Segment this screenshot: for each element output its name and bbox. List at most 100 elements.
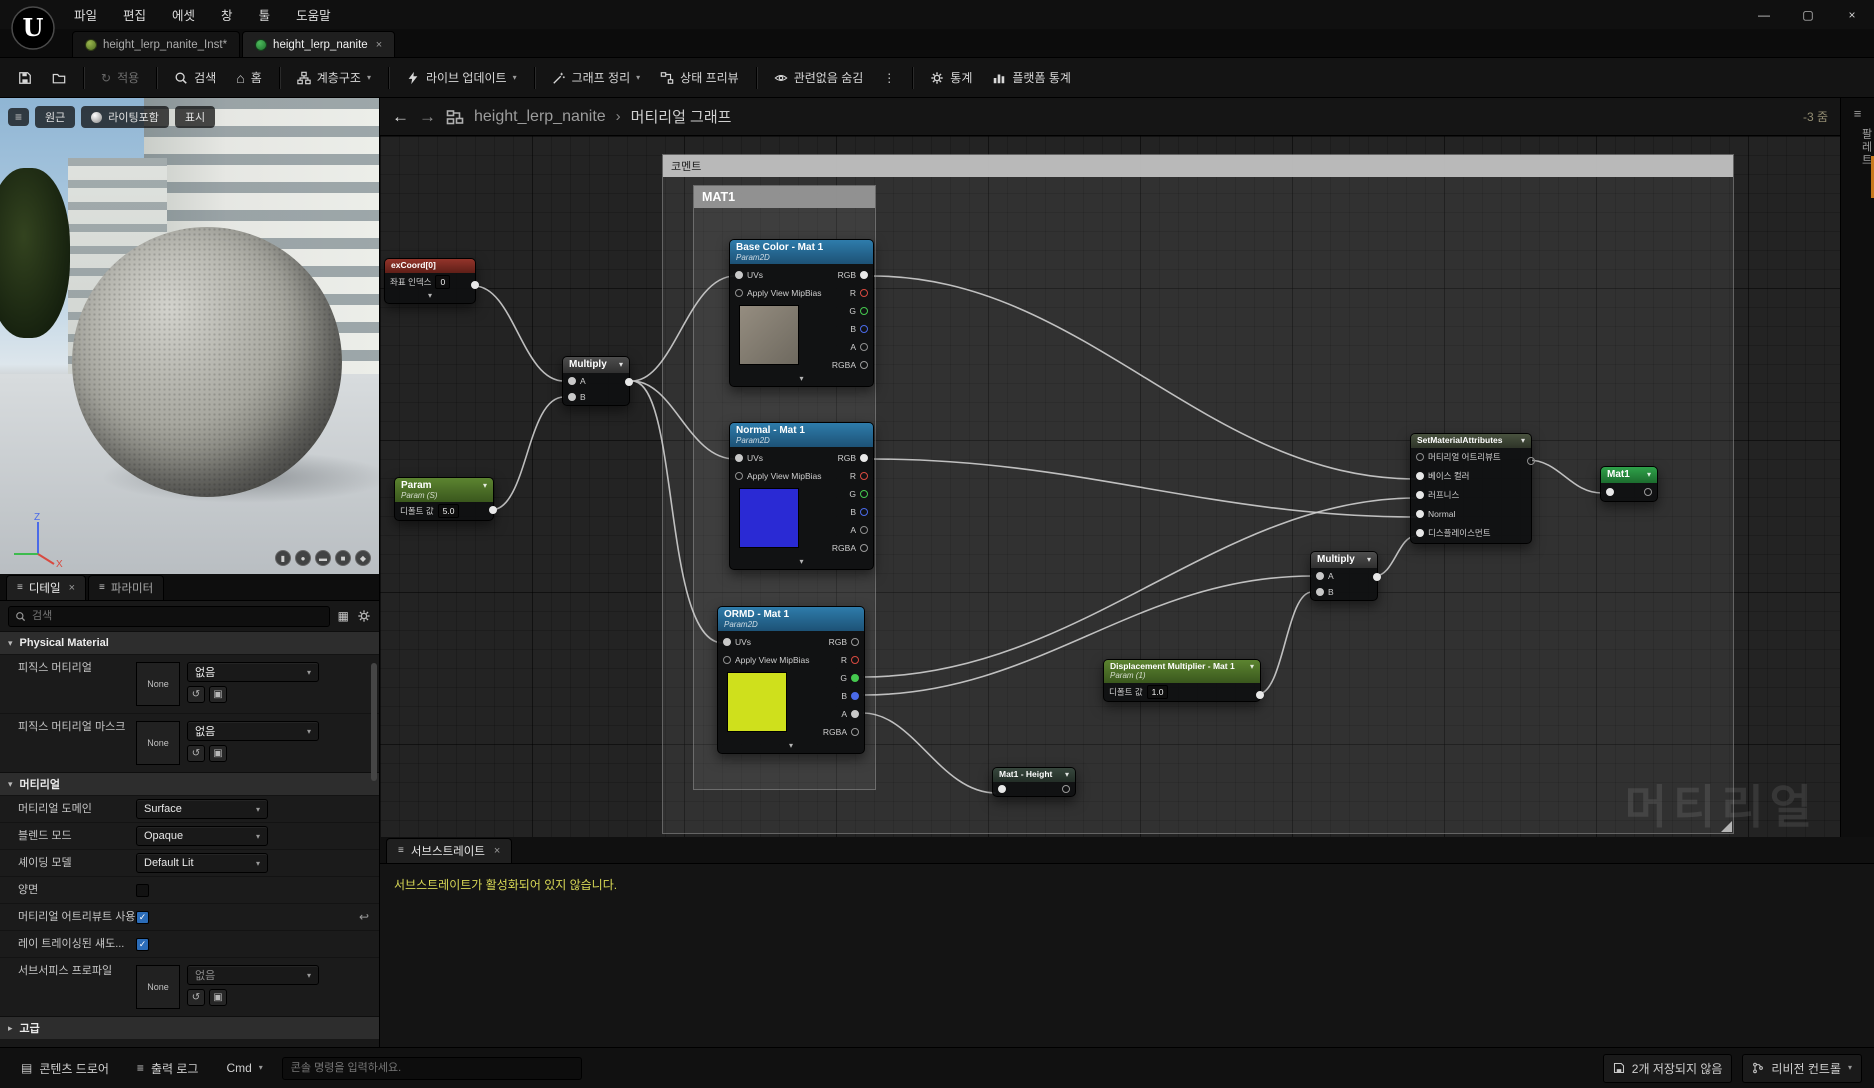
- output-log-button[interactable]: ≡ 출력 로그: [128, 1055, 208, 1082]
- pin-preview[interactable]: [1644, 487, 1652, 496]
- pin-rgba[interactable]: [860, 361, 868, 370]
- menu-item-window[interactable]: 창: [221, 5, 233, 24]
- tab-height-lerp-nanite-inst[interactable]: height_lerp_nanite_Inst*: [72, 31, 241, 57]
- stats-button[interactable]: 통계: [922, 64, 980, 91]
- default-value-box[interactable]: 5.0: [437, 504, 460, 519]
- pin-normal[interactable]: [1416, 510, 1424, 519]
- pin-a[interactable]: [860, 343, 868, 352]
- node-displacement-multiplier[interactable]: Displacement Multiplier - Mat 1 ▾ Param (…: [1103, 659, 1264, 702]
- platform-stats-button[interactable]: 플랫폼 통계: [984, 64, 1079, 91]
- menu-item-file[interactable]: 파일: [74, 5, 97, 24]
- pin-r[interactable]: [851, 656, 859, 665]
- pin-param-out[interactable]: [489, 506, 497, 514]
- pin-attributes-out[interactable]: [1527, 457, 1535, 465]
- details-scrollbar[interactable]: [371, 663, 377, 781]
- pin-displacement[interactable]: [1416, 529, 1424, 538]
- section-physical-material[interactable]: ▾ Physical Material: [0, 631, 379, 654]
- pin-a[interactable]: [860, 526, 868, 535]
- pin-b[interactable]: [1316, 587, 1324, 596]
- node-multiply-2[interactable]: Multiply ▾ A B: [1310, 551, 1381, 601]
- panel-menu-icon[interactable]: ≡: [1841, 106, 1874, 121]
- breadcrumb-graph[interactable]: 머티리얼 그래프: [631, 106, 732, 127]
- use-selected-button[interactable]: ↺: [187, 686, 205, 703]
- asset-thumbnail[interactable]: None: [136, 721, 180, 765]
- revision-control-button[interactable]: 리비전 컨트롤 ▾: [1742, 1053, 1862, 1083]
- viewport-menu-button[interactable]: ≡: [8, 108, 30, 126]
- tab-close-icon[interactable]: ×: [494, 845, 500, 857]
- default-value-box[interactable]: 1.0: [1146, 684, 1169, 699]
- pin-result-in[interactable]: [1606, 487, 1614, 496]
- shape-mesh-button[interactable]: ◆: [355, 550, 371, 566]
- node-mat1-height[interactable]: Mat1 - Height ▾: [992, 767, 1076, 797]
- pin-mipbias[interactable]: [723, 656, 731, 665]
- shape-cube-button[interactable]: ■: [335, 550, 351, 566]
- tab-parameters[interactable]: ≡ 파라미터: [88, 575, 165, 600]
- pin-rgba[interactable]: [860, 544, 868, 553]
- forward-icon[interactable]: →: [419, 107, 436, 127]
- pin-mipbias[interactable]: [735, 472, 743, 481]
- tab-close-icon[interactable]: ×: [376, 39, 382, 51]
- pin-uvs[interactable]: [723, 638, 731, 647]
- palette-tab[interactable]: 팔레트: [1841, 128, 1874, 167]
- pin-g[interactable]: [851, 674, 859, 683]
- use-selected-button[interactable]: ↺: [187, 989, 205, 1006]
- asset-dropdown[interactable]: 없음 ▾: [187, 662, 319, 682]
- search-button[interactable]: 검색: [166, 64, 224, 91]
- save-button[interactable]: [10, 66, 40, 90]
- pin-b[interactable]: [860, 508, 868, 517]
- index-value-box[interactable]: 0: [435, 274, 451, 289]
- show-button[interactable]: 표시: [174, 106, 216, 128]
- blend-mode-dropdown[interactable]: Opaque ▾: [136, 826, 268, 846]
- back-icon[interactable]: ←: [392, 107, 409, 127]
- clean-graph-button[interactable]: 그래프 정리 ▾: [544, 64, 649, 91]
- cmd-dropdown[interactable]: Cmd ▾: [217, 1056, 271, 1080]
- browse-asset-button[interactable]: ▣: [209, 989, 227, 1006]
- unreal-logo-icon[interactable]: U: [10, 5, 56, 51]
- pin-roughness[interactable]: [1416, 491, 1424, 500]
- pin-rgb[interactable]: [851, 638, 859, 647]
- pin-material-attributes[interactable]: [1416, 453, 1424, 462]
- use-material-attributes-checkbox[interactable]: ✓: [136, 910, 149, 924]
- section-advanced[interactable]: ▸ 고급: [0, 1016, 379, 1039]
- tab-close-icon[interactable]: ×: [69, 582, 75, 594]
- hierarchy-button[interactable]: 계층구조 ▾: [289, 64, 379, 91]
- pin-uvs[interactable]: [735, 454, 743, 463]
- section-material[interactable]: ▾ 머티리얼: [0, 772, 379, 795]
- node-texcoord[interactable]: exCoord[0] 좌표 인덱스 0 ▾: [384, 258, 479, 304]
- pin-mipbias[interactable]: [735, 289, 743, 298]
- pin-b[interactable]: [851, 692, 859, 701]
- more-options-button[interactable]: ⋮: [875, 67, 903, 89]
- asset-dropdown[interactable]: 없음 ▾: [187, 721, 319, 741]
- settings-gear-icon[interactable]: [357, 609, 371, 623]
- shading-model-dropdown[interactable]: Default Lit ▾: [136, 853, 268, 873]
- graph-canvas[interactable]: 코멘트 MAT1 exCoord[0] 좌표 인덱스 0 ▾ Multiply …: [380, 136, 1840, 837]
- collapse-chevron-icon[interactable]: ▾: [730, 557, 873, 569]
- tab-details[interactable]: ≡ 디테일 ×: [6, 575, 87, 600]
- pin-a[interactable]: [1316, 571, 1324, 580]
- shape-plane-button[interactable]: ▬: [315, 550, 331, 566]
- preview-viewport[interactable]: ≡ 원근 라이팅포함 표시 ▮ ● ▬ ■ ◆ Z X: [0, 98, 379, 574]
- pin-a[interactable]: [851, 710, 859, 719]
- details-search-field[interactable]: [8, 605, 330, 627]
- preview-state-button[interactable]: 상태 프리뷰: [652, 64, 747, 91]
- pin-preview[interactable]: [1062, 784, 1070, 793]
- node-result-mat1[interactable]: Mat1 ▾: [1600, 466, 1658, 502]
- ray-traced-shadows-checkbox[interactable]: ✓: [136, 937, 149, 951]
- menu-item-tools[interactable]: 툴: [259, 5, 271, 24]
- pin-g[interactable]: [860, 490, 868, 499]
- live-update-button[interactable]: 라이브 업데이트 ▾: [398, 64, 525, 91]
- pin-a[interactable]: [568, 376, 576, 385]
- apply-button[interactable]: ↻ 적용: [93, 64, 147, 91]
- content-drawer-button[interactable]: ▤ 콘텐츠 드로어: [12, 1055, 118, 1082]
- pin-rgb[interactable]: [860, 271, 868, 280]
- node-set-material-attributes[interactable]: SetMaterialAttributes ▾ 머티리얼 어트리뷰트 베이스 컬러…: [1410, 433, 1535, 544]
- collapse-chevron-icon[interactable]: ▾: [385, 291, 475, 303]
- asset-dropdown[interactable]: 없음 ▾: [187, 965, 319, 985]
- asset-thumbnail[interactable]: None: [136, 965, 180, 1009]
- pin-b[interactable]: [860, 325, 868, 334]
- unsaved-assets-button[interactable]: 2개 저장되지 않음: [1602, 1053, 1733, 1083]
- breadcrumb-asset[interactable]: height_lerp_nanite: [474, 108, 606, 126]
- pin-param-out[interactable]: [1256, 691, 1264, 699]
- asset-thumbnail[interactable]: None: [136, 662, 180, 706]
- menu-item-help[interactable]: 도움말: [296, 5, 331, 24]
